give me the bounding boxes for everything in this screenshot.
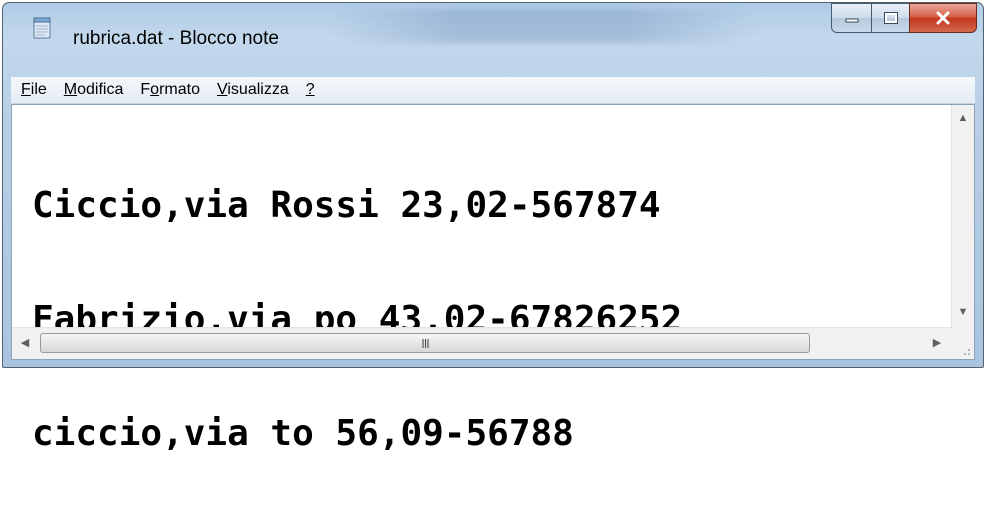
scroll-down-icon[interactable]: ▼ (952, 307, 974, 318)
document-line: Ciccio,via Rossi 23,02-567874 (32, 185, 661, 226)
document-line: ciccio,via to 56,09-56788 (32, 413, 574, 454)
scroll-up-icon[interactable]: ▲ (952, 113, 974, 124)
vertical-scrollbar[interactable]: ▲ ▼ (951, 105, 974, 328)
close-icon (936, 11, 950, 25)
menu-help[interactable]: ? (306, 81, 315, 99)
menu-edit[interactable]: Modifica (64, 81, 124, 99)
notepad-window: rubrica.dat - Blocco note File Modifica … (2, 2, 984, 453)
caption-buttons (831, 3, 977, 35)
title-bar[interactable]: rubrica.dat - Blocco note (3, 3, 983, 79)
minimize-button[interactable] (831, 3, 871, 33)
notepad-icon (33, 17, 51, 39)
maximize-icon (883, 12, 898, 24)
window-title: rubrica.dat - Blocco note (73, 28, 279, 49)
menu-format[interactable]: Formato (140, 81, 200, 99)
document-text[interactable]: Ciccio,via Rossi 23,02-567874 Fabrizio,v… (32, 111, 942, 453)
horizontal-scroll-thumb[interactable]: III (40, 333, 810, 353)
close-button[interactable] (909, 3, 977, 33)
scroll-right-icon[interactable]: ▶ (926, 338, 948, 349)
menu-file[interactable]: File (21, 81, 47, 99)
minimize-icon (845, 18, 858, 23)
text-editor[interactable]: Ciccio,via Rossi 23,02-567874 Fabrizio,v… (11, 104, 975, 453)
scroll-grip: III (421, 337, 430, 351)
maximize-button[interactable] (871, 3, 909, 33)
menu-bar: File Modifica Formato Visualizza ? (11, 77, 975, 104)
resize-grip-icon[interactable] (952, 328, 974, 359)
background-blur (333, 9, 753, 43)
menu-view[interactable]: Visualizza (217, 81, 289, 99)
horizontal-scrollbar[interactable]: ◀ III ▶ (12, 327, 952, 359)
scroll-left-icon[interactable]: ◀ (14, 338, 36, 349)
